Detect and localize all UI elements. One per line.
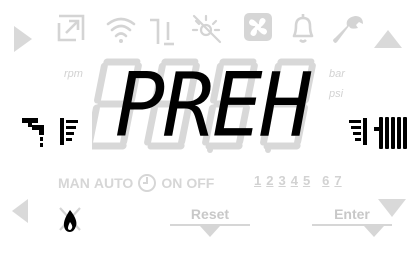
wifi-icon <box>106 14 136 44</box>
wrench-icon <box>333 14 365 46</box>
reset-label: Reset <box>190 206 230 222</box>
bell-icon <box>290 12 316 44</box>
segment-display: PREH <box>92 54 332 156</box>
day-3: 3 <box>278 173 286 188</box>
mode-off[interactable]: OFF <box>186 175 214 191</box>
reset-down-icon <box>170 224 250 237</box>
clock-icon <box>137 173 157 193</box>
fan-icon <box>243 12 273 42</box>
day-2: 2 <box>266 173 274 188</box>
tap-icon <box>22 116 48 148</box>
day-5: 5 <box>302 173 311 188</box>
mode-auto[interactable]: AUTO <box>94 175 133 191</box>
chimney-probe-icon <box>148 16 180 46</box>
external-link-icon <box>56 13 86 43</box>
rpm-label: rpm <box>64 68 83 80</box>
play-left-icon[interactable] <box>12 24 34 54</box>
enter-down-icon <box>312 224 392 237</box>
left-arrow-icon[interactable] <box>10 197 30 225</box>
radiator-icon <box>374 113 410 151</box>
mode-man[interactable]: MAN <box>58 175 90 191</box>
day-4: 4 <box>290 173 298 188</box>
mode-on[interactable]: ON <box>161 175 182 191</box>
display-text: PREH <box>114 53 311 157</box>
no-sun-icon <box>190 12 224 44</box>
up-arrow-icon[interactable] <box>372 28 404 50</box>
reset-button[interactable]: Reset <box>168 206 252 240</box>
days-row: 1 2 3 4 5 6 7 <box>254 173 342 188</box>
flame-bars-icon <box>58 116 80 146</box>
day-7: 7 <box>334 173 342 188</box>
down-arrow-icon[interactable] <box>376 197 408 219</box>
mode-row: MAN AUTO ON OFF <box>58 173 214 193</box>
flame-crossed-icon <box>56 204 84 234</box>
radiator-bars-icon <box>347 116 369 146</box>
day-1: 1 <box>254 173 262 188</box>
day-6: 6 <box>322 173 330 188</box>
